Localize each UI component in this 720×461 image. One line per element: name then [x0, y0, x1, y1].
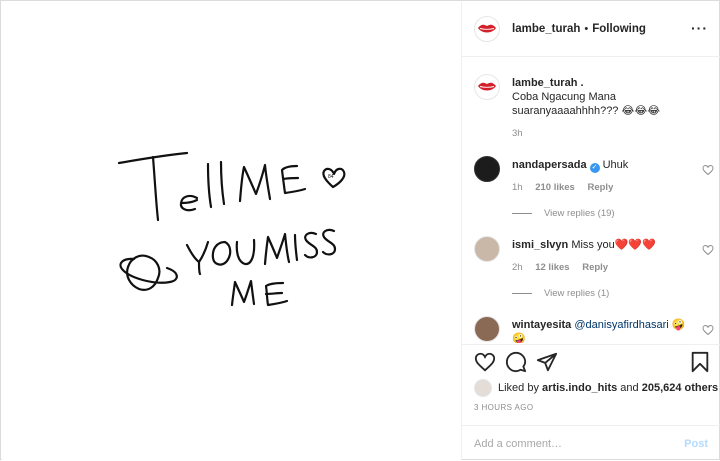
comment-row: ismi_slvyn Miss you❤️❤️❤️ 2h 12 likes Re… — [474, 236, 714, 306]
comment-meta: 2h 12 likes Reply — [512, 262, 618, 273]
like-comment-heart-icon[interactable] — [702, 324, 714, 336]
caption-meta: 3h — [512, 128, 533, 139]
add-comment-bar: Post — [462, 425, 720, 461]
reply-button[interactable]: Reply — [582, 262, 608, 273]
commenter-avatar[interactable] — [474, 236, 500, 262]
comment-time[interactable]: 2h — [512, 262, 523, 273]
divider-line — [512, 293, 532, 294]
comment-text: Miss you❤️❤️❤️ — [571, 239, 656, 251]
action-bar — [474, 351, 710, 375]
handwritten-drawing: 84 — [117, 151, 346, 307]
profile-avatar[interactable] — [474, 16, 500, 42]
likes-count[interactable]: 205,624 others — [642, 382, 718, 394]
comment-time[interactable]: 1h — [512, 182, 523, 193]
caption-body: lambe_turah . Coba Ngacung Mana suaranya… — [512, 76, 697, 118]
comment-row: nandapersada ✓ Uhuk 1h 210 likes Reply Vie… — [474, 156, 714, 226]
header-separator: • — [584, 23, 589, 35]
header-username[interactable]: lambe_turah — [512, 23, 580, 35]
comment-bubble-icon[interactable] — [505, 351, 527, 373]
comment-likes[interactable]: 12 likes — [535, 262, 569, 273]
side-panel: lambe_turah • Following ··· lambe_turah … — [462, 2, 720, 460]
comment-text: Uhuk — [602, 159, 629, 171]
liked-by-prefix: Liked by — [498, 382, 539, 394]
bookmark-save-icon[interactable] — [690, 351, 710, 373]
commenter-avatar[interactable] — [474, 316, 500, 342]
svg-text:84: 84 — [328, 174, 334, 180]
liked-by-and: and — [620, 382, 639, 394]
comments-list[interactable]: lambe_turah . Coba Ngacung Mana suaranya… — [462, 58, 720, 343]
caption-time[interactable]: 3h — [512, 128, 523, 139]
liked-by-user[interactable]: artis.indo_hits — [542, 382, 617, 394]
caption-text: Coba Ngacung Mana suaranyaaaahhhh??? 😂😂😂 — [512, 91, 661, 117]
lips-logo-icon — [478, 24, 496, 33]
post-image[interactable]: 84 — [2, 2, 462, 460]
comment-meta: 1h 210 likes Reply — [512, 182, 623, 193]
liked-by-avatar[interactable] — [474, 379, 492, 397]
comment-body: wintayesita @danisyafirdhasari 🤪 🤪 — [512, 318, 697, 343]
comment-username[interactable]: ismi_slvyn — [512, 239, 568, 251]
caption-username[interactable]: lambe_turah . — [512, 77, 584, 89]
like-comment-heart-icon[interactable] — [702, 164, 714, 176]
view-replies-label: View replies (19) — [544, 208, 615, 219]
more-options-icon[interactable]: ··· — [691, 21, 708, 35]
caption-row: lambe_turah . Coba Ngacung Mana suaranya… — [474, 74, 714, 144]
post-actions: Liked by artis.indo_hits and 205,624 oth… — [462, 344, 720, 460]
liked-by-line: Liked by artis.indo_hits and 205,624 oth… — [474, 379, 718, 397]
comment-input[interactable] — [474, 437, 685, 450]
view-replies-button[interactable]: View replies (1) — [512, 288, 609, 299]
like-comment-heart-icon[interactable] — [702, 244, 714, 256]
reply-button[interactable]: Reply — [587, 182, 613, 193]
comment-mention[interactable]: @danisyafirdhasari — [574, 319, 668, 331]
comment-username[interactable]: nandapersada — [512, 159, 587, 171]
view-replies-label: View replies (1) — [544, 288, 610, 299]
divider-line — [512, 213, 532, 214]
comment-body: ismi_slvyn Miss you❤️❤️❤️ — [512, 238, 697, 252]
following-button[interactable]: Following — [592, 23, 646, 35]
comment-row: wintayesita @danisyafirdhasari 🤪 🤪 — [474, 316, 714, 343]
post-header: lambe_turah • Following ··· — [462, 2, 720, 57]
comment-body: nandapersada ✓ Uhuk — [512, 158, 697, 173]
caption-avatar[interactable] — [474, 74, 500, 100]
lips-logo-icon — [478, 82, 496, 91]
comment-username[interactable]: wintayesita — [512, 319, 571, 331]
post-comment-button[interactable]: Post — [684, 438, 708, 450]
view-replies-button[interactable]: View replies (19) — [512, 208, 615, 219]
post-dialog: 84 lambe_turah • Following ··· lambe_tur… — [0, 0, 720, 460]
post-timestamp[interactable]: 3 HOURS AGO — [474, 403, 534, 412]
like-heart-icon[interactable] — [474, 351, 496, 373]
share-send-icon[interactable] — [536, 351, 558, 373]
verified-badge-icon: ✓ — [589, 163, 600, 173]
commenter-avatar[interactable] — [474, 156, 500, 182]
comment-likes[interactable]: 210 likes — [535, 182, 575, 193]
